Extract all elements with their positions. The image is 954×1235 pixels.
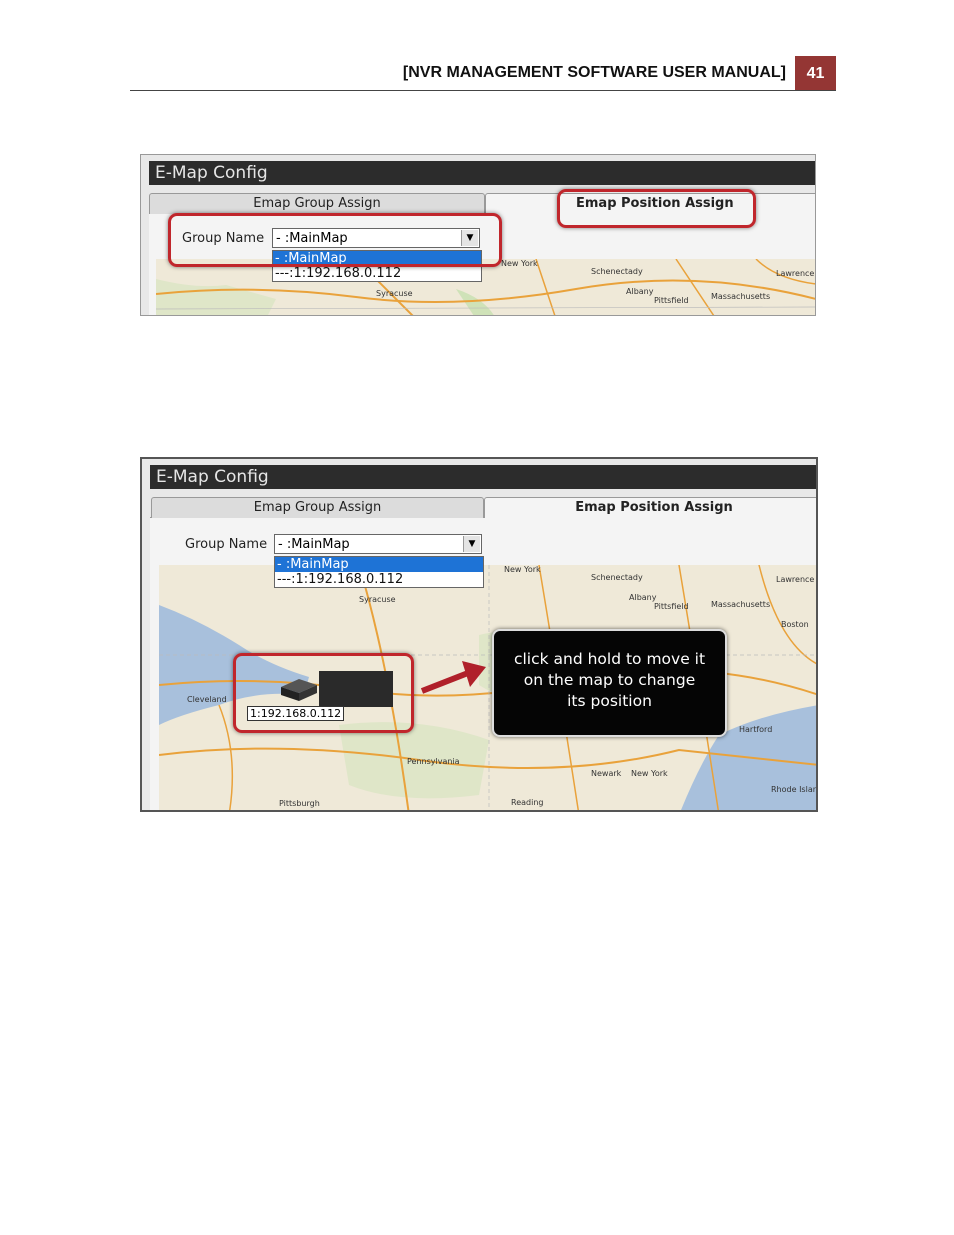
map-label: New York <box>504 565 541 574</box>
map-label: Reading <box>511 798 544 807</box>
dropdown-option-device[interactable]: ---:1:192.168.0.112 <box>273 266 481 281</box>
tooltip-line: on the map to change <box>523 671 696 689</box>
dropdown-option-device[interactable]: ---:1:192.168.0.112 <box>275 572 483 587</box>
map-label: Cleveland <box>187 695 227 704</box>
map-label: Syracuse <box>376 289 413 298</box>
group-name-value: - :MainMap <box>278 537 350 552</box>
map-label: New York <box>501 259 538 268</box>
screenshot-emap-group-assign: E-Map Config Emap Group Assign Emap Posi… <box>140 154 816 316</box>
dropdown-option-mainmap[interactable]: - :MainMap <box>275 557 483 572</box>
tab-emap-group-assign[interactable]: Emap Group Assign <box>149 193 485 214</box>
tab-emap-group-assign[interactable]: Emap Group Assign <box>151 497 484 518</box>
map-label: Massachusetts <box>711 600 771 609</box>
map-label: Schenectady <box>591 267 643 276</box>
map-label: Syracuse <box>359 595 396 604</box>
map-image <box>156 259 815 315</box>
map-label: Lawrence <box>776 575 815 584</box>
map-label: New York <box>631 769 668 778</box>
map-label: Pittsfield <box>654 296 689 305</box>
window-title: E-Map Config <box>149 161 815 185</box>
tooltip-line: its position <box>567 692 652 710</box>
map-label: Lawrence <box>776 269 815 278</box>
callout-device <box>233 653 414 733</box>
map-label: Albany <box>629 593 657 602</box>
map-label: Massachusetts <box>711 292 771 301</box>
tooltip-line: click and hold to move it <box>513 650 706 668</box>
map-label: Schenectady <box>591 573 643 582</box>
window-title: E-Map Config <box>150 465 816 489</box>
screenshot-emap-position-assign: E-Map Config Emap Group Assign Emap Posi… <box>140 457 818 812</box>
map-label: Newark <box>591 769 622 778</box>
map-label: Pennsylvania <box>407 757 460 766</box>
page-number: 41 <box>795 56 836 91</box>
page-header: [NVR MANAGEMENT SOFTWARE USER MANUAL] 41 <box>130 56 836 91</box>
map-label: Hartford <box>739 725 773 734</box>
map-label: Boston <box>781 620 809 629</box>
map-label: Pittsfield <box>654 602 689 611</box>
group-name-label: Group Name <box>185 537 268 552</box>
map-label: Albany <box>626 287 654 296</box>
map-label: Rhode Island <box>771 785 818 794</box>
arrow-icon <box>420 661 486 694</box>
callout-position-tab <box>557 189 756 228</box>
callout-group-name <box>168 213 502 267</box>
manual-title: [NVR MANAGEMENT SOFTWARE USER MANUAL] <box>402 64 786 81</box>
map-label: Pittsburgh <box>279 799 320 808</box>
group-name-dropdown[interactable]: - :MainMap ---:1:192.168.0.112 <box>274 556 484 588</box>
instruction-tooltip: click and hold to move it on the map to … <box>492 629 727 737</box>
tab-emap-position-assign[interactable]: Emap Position Assign <box>484 497 816 518</box>
group-name-select[interactable]: - :MainMap ▼ <box>274 534 482 554</box>
chevron-down-icon[interactable]: ▼ <box>463 536 480 552</box>
map-view[interactable]: New York Schenectady Massachusetts Lawre… <box>156 259 815 315</box>
header-rule <box>130 90 836 91</box>
